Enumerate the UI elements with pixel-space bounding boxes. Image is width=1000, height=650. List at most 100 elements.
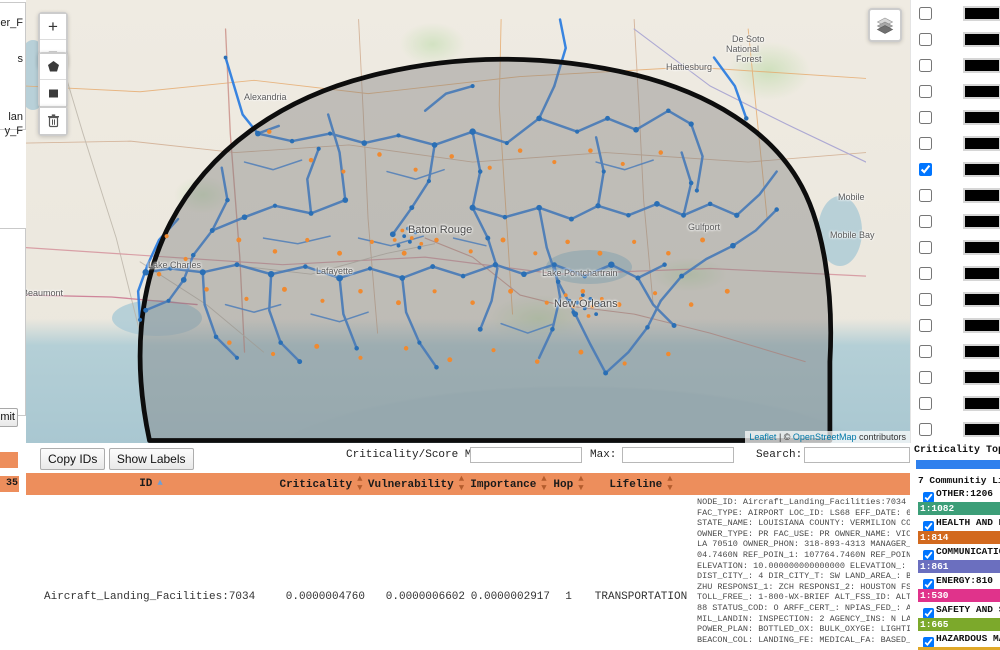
search-input[interactable] bbox=[804, 447, 910, 463]
layer-color-select[interactable] bbox=[963, 239, 1000, 255]
layer-checkbox-4[interactable] bbox=[919, 110, 932, 124]
column-header-vulnerability[interactable]: Vulnerability ▲ ▼ bbox=[366, 473, 466, 495]
layer-checkbox-1[interactable] bbox=[919, 32, 932, 46]
layer-color-select[interactable] bbox=[963, 135, 1000, 151]
layer-color-select[interactable] bbox=[963, 213, 1000, 229]
layer-row[interactable] bbox=[911, 52, 1000, 78]
layer-row[interactable] bbox=[911, 286, 1000, 312]
city-label: Lake Charles bbox=[148, 260, 202, 270]
criticality-max-input[interactable] bbox=[622, 447, 734, 463]
layer-row[interactable] bbox=[911, 156, 1000, 182]
layer-checkbox-5[interactable] bbox=[919, 136, 932, 150]
column-header-lifeline[interactable]: Lifeline ▲ ▼ bbox=[586, 473, 696, 495]
layer-row[interactable] bbox=[911, 364, 1000, 390]
polygon-icon[interactable] bbox=[40, 54, 66, 80]
criticality-item[interactable]: ENERGY:810 1:530 bbox=[910, 575, 1000, 604]
layer-checkbox-13[interactable] bbox=[919, 344, 932, 358]
column-header-criticality[interactable]: Criticality ▲ ▼ bbox=[276, 473, 366, 495]
layer-color-select[interactable] bbox=[963, 109, 1000, 125]
rectangle-icon[interactable] bbox=[40, 80, 66, 106]
layer-checkbox-16[interactable] bbox=[919, 422, 932, 436]
layer-row[interactable] bbox=[911, 260, 1000, 286]
leaflet-link[interactable]: Leaflet bbox=[749, 432, 776, 442]
layer-row[interactable] bbox=[911, 0, 1000, 26]
leaflet-map[interactable]: Alexandria Lake Charles Lafayette Baton … bbox=[26, 0, 910, 443]
layer-row[interactable] bbox=[911, 104, 1000, 130]
sort-indicator[interactable]: ▲ ▼ bbox=[541, 475, 546, 493]
draw-control[interactable] bbox=[38, 52, 68, 108]
layer-color-select[interactable] bbox=[963, 369, 1000, 385]
sort-indicator[interactable]: ▲ ▼ bbox=[357, 475, 362, 493]
layer-row[interactable] bbox=[911, 234, 1000, 260]
row-importance: 0.0000002917 bbox=[470, 591, 550, 603]
sort-indicator[interactable]: ▲ ▼ bbox=[459, 475, 464, 493]
layer-checkbox-8[interactable] bbox=[919, 214, 932, 228]
layer-checkbox-3[interactable] bbox=[919, 84, 932, 98]
layer-checkbox-14[interactable] bbox=[919, 370, 932, 384]
column-header-importance[interactable]: Importance ▲ ▼ bbox=[466, 473, 551, 495]
layer-checkbox-11[interactable] bbox=[919, 292, 932, 306]
layer-color-select[interactable] bbox=[963, 83, 1000, 99]
criticality-item[interactable]: OTHER:1206 1:1082 bbox=[910, 488, 1000, 517]
layer-checkbox-12[interactable] bbox=[919, 318, 932, 332]
layers-control[interactable] bbox=[868, 8, 902, 42]
layer-color-select[interactable] bbox=[963, 343, 1000, 359]
layer-color-select[interactable] bbox=[963, 291, 1000, 307]
layer-checkbox-2[interactable] bbox=[919, 58, 932, 72]
layer-row[interactable] bbox=[911, 338, 1000, 364]
trash-icon[interactable] bbox=[40, 108, 66, 134]
layer-color-select[interactable] bbox=[963, 317, 1000, 333]
city-label: Mobile Bay bbox=[830, 230, 875, 240]
layer-color-select[interactable] bbox=[963, 5, 1000, 21]
table-row[interactable]: Aircraft_Landing_Facilities:7034 0.000000… bbox=[26, 495, 910, 650]
layer-checkbox-9[interactable] bbox=[919, 240, 932, 254]
layer-color-select[interactable] bbox=[963, 57, 1000, 73]
show-labels-button[interactable]: Show Labels bbox=[108, 448, 194, 470]
layer-row[interactable] bbox=[911, 182, 1000, 208]
row-id: Aircraft_Landing_Facilities:7034 bbox=[44, 591, 256, 603]
criticality-item[interactable]: COMMUNICATIO 1:861 bbox=[910, 546, 1000, 575]
layer-checkbox-10[interactable] bbox=[919, 266, 932, 280]
layer-checkbox-list[interactable] bbox=[910, 0, 1000, 443]
layer-checkbox-7[interactable] bbox=[919, 188, 932, 202]
layer-checkbox-6[interactable] bbox=[919, 162, 932, 176]
criticality-bar: 1:861 bbox=[918, 560, 1000, 573]
criticality-item[interactable]: SAFETY AND S 1:665 bbox=[910, 604, 1000, 633]
zoom-in-button[interactable]: + bbox=[40, 14, 66, 40]
layer-color-select[interactable] bbox=[963, 31, 1000, 47]
layer-row[interactable] bbox=[911, 416, 1000, 442]
column-header-id[interactable]: ID ▲ bbox=[26, 473, 276, 495]
criticality-item[interactable]: HEALTH AND M 1:814 bbox=[910, 517, 1000, 546]
city-label: Lafayette bbox=[316, 266, 354, 276]
row-criticality: 0.0000004760 bbox=[285, 591, 365, 603]
delete-control[interactable] bbox=[38, 106, 68, 136]
criticality-item[interactable]: HAZARDOUS MA1:496 bbox=[910, 633, 1000, 650]
layer-checkbox-0[interactable] bbox=[919, 6, 932, 20]
sort-indicator[interactable]: ▲ ▼ bbox=[578, 475, 583, 493]
city-label: De Soto bbox=[732, 34, 765, 44]
column-header-hop[interactable]: Hop ▲ ▼ bbox=[551, 473, 586, 495]
layer-row[interactable] bbox=[911, 208, 1000, 234]
layer-row[interactable] bbox=[911, 312, 1000, 338]
copy-ids-button[interactable]: Copy IDs bbox=[40, 448, 106, 470]
layer-checkbox-15[interactable] bbox=[919, 396, 932, 410]
layer-row[interactable] bbox=[911, 26, 1000, 52]
column-label: Lifeline bbox=[609, 478, 663, 491]
layer-color-select[interactable] bbox=[963, 421, 1000, 437]
criticality-min-input[interactable] bbox=[470, 447, 582, 463]
osm-link[interactable]: OpenStreetMap bbox=[793, 432, 857, 442]
criticality-legend: Criticality Top 5 7 Communitiy Li OTHER:… bbox=[910, 443, 1000, 650]
layer-row[interactable] bbox=[911, 390, 1000, 416]
criticality-name: HAZARDOUS MA bbox=[936, 633, 1000, 644]
city-label: Mobile bbox=[838, 192, 865, 202]
layer-row[interactable] bbox=[911, 130, 1000, 156]
layer-color-select[interactable] bbox=[963, 187, 1000, 203]
layer-color-select[interactable] bbox=[963, 161, 1000, 177]
submit-button[interactable]: mit bbox=[0, 408, 18, 427]
sort-indicator-active[interactable]: ▲ bbox=[157, 478, 162, 488]
layer-row[interactable] bbox=[911, 78, 1000, 104]
layer-color-select[interactable] bbox=[963, 265, 1000, 281]
column-header-detail[interactable] bbox=[696, 473, 910, 495]
sort-indicator[interactable]: ▲ ▼ bbox=[667, 475, 672, 493]
layer-color-select[interactable] bbox=[963, 395, 1000, 411]
